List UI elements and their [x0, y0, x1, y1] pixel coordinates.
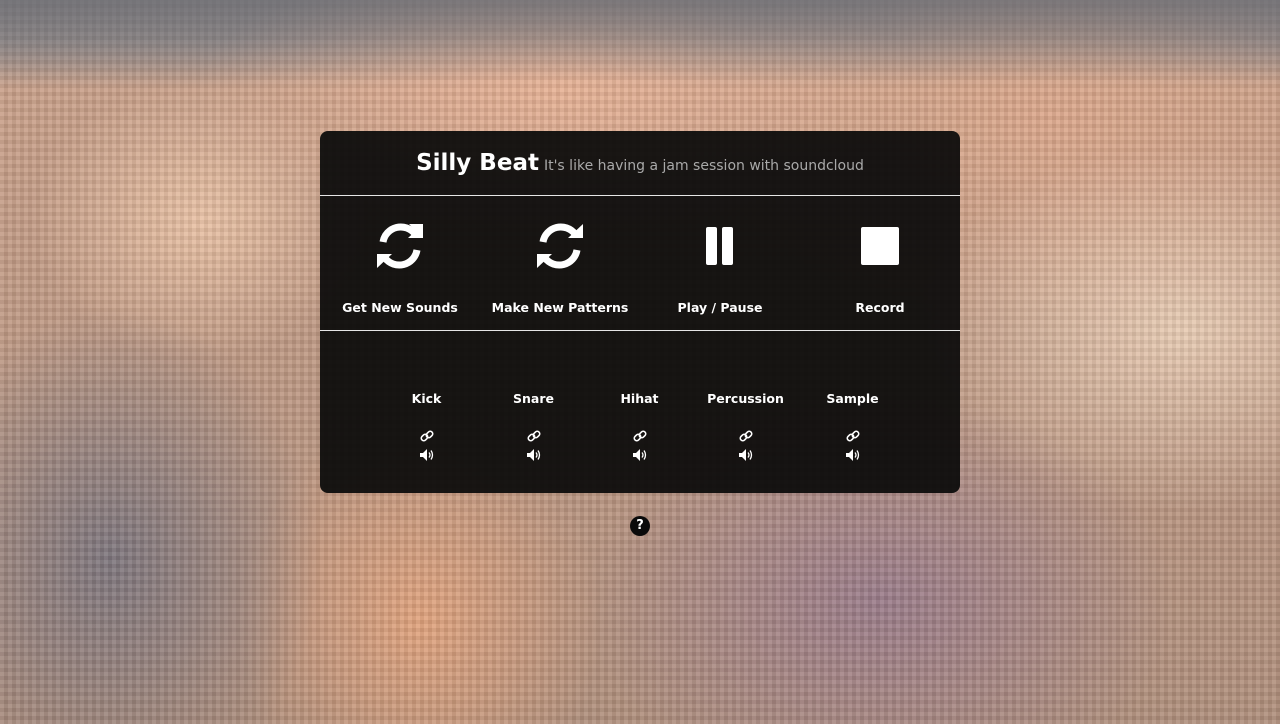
background-shade: [0, 0, 1280, 80]
volume-icon[interactable]: [738, 449, 753, 461]
track-percussion: Percussion: [692, 391, 799, 461]
panel-header: Silly Beat It's like having a jam sessio…: [320, 131, 960, 196]
get-new-sounds-label: Get New Sounds: [342, 300, 458, 315]
volume-icon[interactable]: [526, 449, 541, 461]
refresh-icon: [535, 218, 585, 274]
track-label: Percussion: [707, 391, 784, 406]
link-icon[interactable]: [632, 429, 647, 443]
pause-icon: [703, 218, 737, 274]
track-label: Snare: [513, 391, 554, 406]
beat-panel: Silly Beat It's like having a jam sessio…: [320, 131, 960, 493]
app-title: Silly Beat: [416, 150, 539, 176]
track-label: Hihat: [620, 391, 659, 406]
question-icon: ?: [636, 518, 644, 533]
link-icon[interactable]: [845, 429, 860, 443]
make-new-patterns-button[interactable]: Make New Patterns: [480, 196, 640, 330]
link-icon[interactable]: [526, 429, 541, 443]
track-list: Kick Snare Hihat Percussion Sample: [320, 331, 960, 493]
track-label: Sample: [826, 391, 879, 406]
help-button[interactable]: ?: [630, 516, 650, 536]
track-hihat: Hihat: [586, 391, 693, 461]
record-button[interactable]: Record: [800, 196, 960, 330]
control-bar: Get New Sounds Make New Patterns Play / …: [320, 196, 960, 331]
volume-icon[interactable]: [845, 449, 860, 461]
play-pause-label: Play / Pause: [677, 300, 763, 315]
volume-icon[interactable]: [419, 449, 434, 461]
refresh-icon: [375, 218, 425, 274]
record-label: Record: [855, 300, 905, 315]
volume-icon[interactable]: [632, 449, 647, 461]
link-icon[interactable]: [419, 429, 434, 443]
link-icon[interactable]: [738, 429, 753, 443]
track-label: Kick: [411, 391, 442, 406]
play-pause-button[interactable]: Play / Pause: [640, 196, 800, 330]
track-sample: Sample: [799, 391, 906, 461]
stop-icon: [860, 218, 900, 274]
track-kick: Kick: [373, 391, 480, 461]
get-new-sounds-button[interactable]: Get New Sounds: [320, 196, 480, 330]
make-new-patterns-label: Make New Patterns: [491, 300, 629, 315]
app-subtitle: It's like having a jam session with soun…: [543, 158, 864, 174]
track-snare: Snare: [480, 391, 587, 461]
